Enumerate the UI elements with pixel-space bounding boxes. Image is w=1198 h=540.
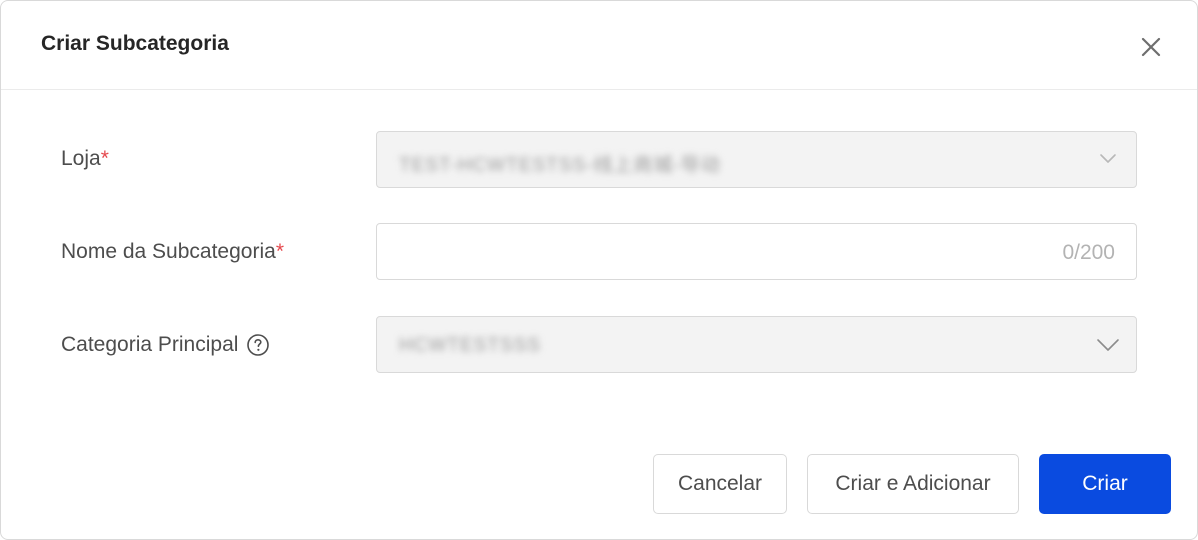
- character-counter: 0/200: [1062, 241, 1115, 264]
- create-button-label: Criar: [1082, 472, 1128, 495]
- store-label-row: Loja *: [61, 147, 109, 171]
- subcategory-name-label: Nome da Subcategoria: [61, 240, 276, 263]
- cancel-button[interactable]: Cancelar: [653, 454, 787, 514]
- create-and-add-button-label: Criar e Adicionar: [835, 472, 991, 495]
- required-mark: *: [100, 147, 109, 170]
- close-icon: [1141, 37, 1161, 57]
- subcategory-name-field: 0/200: [376, 223, 1137, 280]
- create-and-add-button[interactable]: Criar e Adicionar: [807, 454, 1019, 514]
- chevron-down-icon: [1100, 154, 1116, 163]
- question-circle-icon[interactable]: [246, 333, 270, 357]
- store-select[interactable]: TEST-HCWTESTSS-线上商城-导动: [376, 131, 1137, 188]
- subcategory-name-input[interactable]: [377, 224, 1136, 279]
- parent-category-value: HCWTESTSSS: [399, 335, 541, 356]
- cancel-button-label: Cancelar: [677, 472, 763, 495]
- parent-category-select[interactable]: HCWTESTSSS: [376, 316, 1137, 373]
- dialog-header: Criar Subcategoria: [1, 1, 1197, 90]
- subcategory-name-label-row: Nome da Subcategoria *: [61, 240, 284, 264]
- create-button[interactable]: Criar: [1039, 454, 1171, 514]
- dialog-title: Criar Subcategoria: [41, 32, 229, 55]
- create-subcategory-dialog: Criar Subcategoria Loja * TEST-HCWTESTSS-…: [0, 0, 1198, 540]
- chevron-down-icon: [1097, 339, 1119, 351]
- store-label: Loja: [61, 147, 101, 170]
- store-value: TEST-HCWTESTSS-线上商城-导动: [399, 155, 721, 176]
- close-button[interactable]: [1137, 33, 1165, 61]
- required-mark: *: [275, 240, 284, 263]
- parent-category-label-row: Categoria Principal: [61, 333, 270, 357]
- parent-category-label: Categoria Principal: [61, 333, 239, 356]
